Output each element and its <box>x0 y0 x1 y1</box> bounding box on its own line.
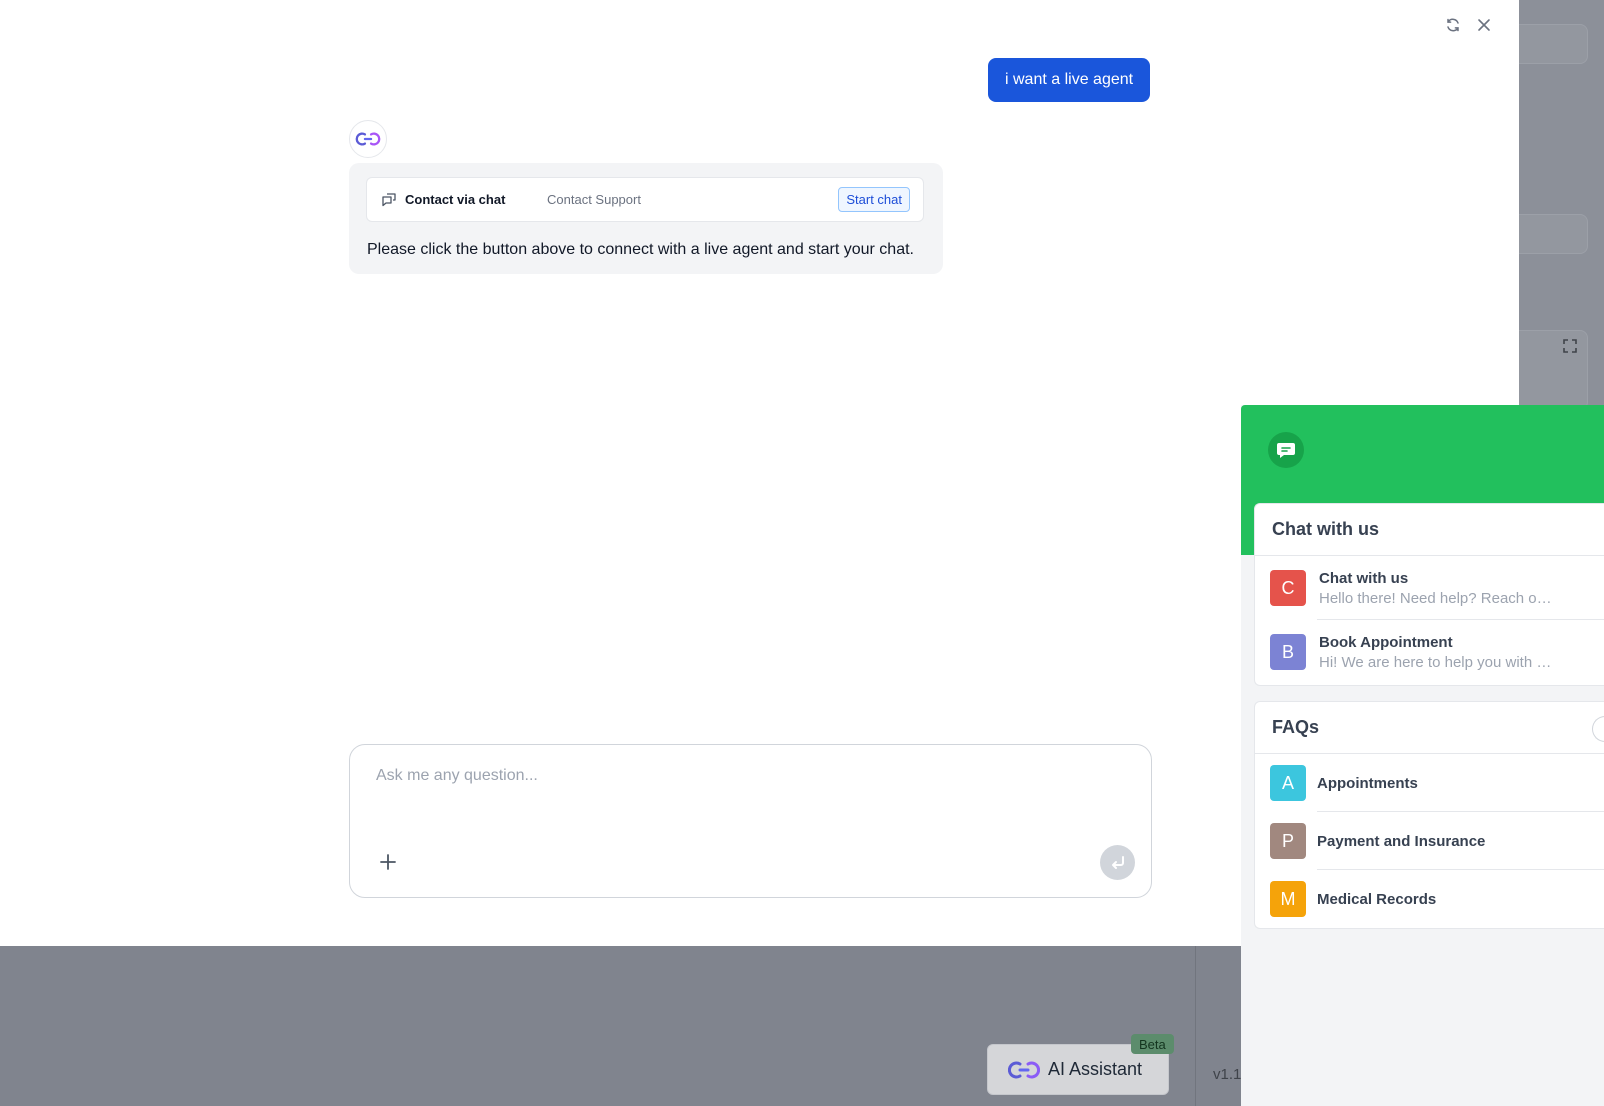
bot-avatar <box>349 120 387 158</box>
faq-item-appointments[interactable]: A Appointments <box>1255 754 1604 812</box>
chat-item-book-appointment[interactable]: B Book Appointment Hi! We are here to he… <box>1255 620 1604 684</box>
user-message: i want a live agent <box>988 58 1151 102</box>
chat-item-badge: C <box>1270 570 1306 606</box>
start-chat-button[interactable]: Start chat <box>838 187 910 212</box>
background-divider <box>1195 946 1196 1106</box>
chat-item-chat-with-us[interactable]: C Chat with us Hello there! Need help? R… <box>1255 556 1604 620</box>
widget-logo <box>1268 432 1304 468</box>
chat-item-title: Book Appointment <box>1319 633 1453 651</box>
chat-section-title: Chat with us <box>1255 504 1604 556</box>
chat-bubble-icon <box>1277 443 1295 458</box>
faq-item-badge: A <box>1270 765 1306 801</box>
chat-item-subtitle: Hello there! Need help? Reach out to us … <box>1319 589 1555 607</box>
faq-item-medical-records[interactable]: M Medical Records <box>1255 870 1604 928</box>
faq-item-title: Medical Records <box>1317 890 1437 908</box>
contact-via-chat-card: Contact via chat Contact Support Start c… <box>366 177 924 222</box>
ai-logo-icon <box>1008 1061 1040 1078</box>
beta-badge: Beta <box>1131 1034 1174 1054</box>
ai-logo-icon <box>355 132 381 146</box>
refresh-icon[interactable] <box>1444 16 1462 34</box>
faq-section-title: FAQs <box>1255 702 1604 754</box>
chat-item-badge: B <box>1270 634 1306 670</box>
chat-item-subtitle: Hi! We are here to help you with appoint… <box>1319 653 1555 671</box>
plus-icon[interactable] <box>377 851 399 873</box>
close-icon[interactable] <box>1475 16 1493 34</box>
chat-bubble-icon <box>382 192 396 206</box>
bot-message-text: Please click the button above to connect… <box>367 241 914 258</box>
chat-item-title: Chat with us <box>1319 569 1409 587</box>
faq-item-badge: M <box>1270 881 1306 917</box>
enter-arrow-icon <box>1111 855 1124 869</box>
faq-item-badge: P <box>1270 823 1306 859</box>
faq-item-payment-insurance[interactable]: P Payment and Insurance <box>1255 812 1604 870</box>
send-button[interactable] <box>1100 845 1135 880</box>
question-input[interactable] <box>376 763 1116 789</box>
expand-icon[interactable] <box>1562 338 1578 354</box>
background-field <box>1508 24 1588 64</box>
bot-message: Contact via chat Contact Support Start c… <box>349 163 943 274</box>
ai-assistant-label: AI Assistant <box>1048 1059 1143 1079</box>
message-composer <box>349 744 1152 898</box>
background-field <box>1508 214 1588 254</box>
contact-card-subtitle: Contact Support <box>547 192 641 207</box>
contact-card-title: Contact via chat <box>405 192 506 207</box>
faq-item-title: Appointments <box>1317 774 1418 792</box>
faqs-card: FAQs A Appointments P Payment and Insura… <box>1254 701 1604 929</box>
chat-with-us-card: Chat with us C Chat with us Hello there!… <box>1254 503 1604 686</box>
chat-widget: Chat with us C Chat with us Hello there!… <box>1241 405 1604 1106</box>
faq-item-title: Payment and Insurance <box>1317 832 1486 850</box>
